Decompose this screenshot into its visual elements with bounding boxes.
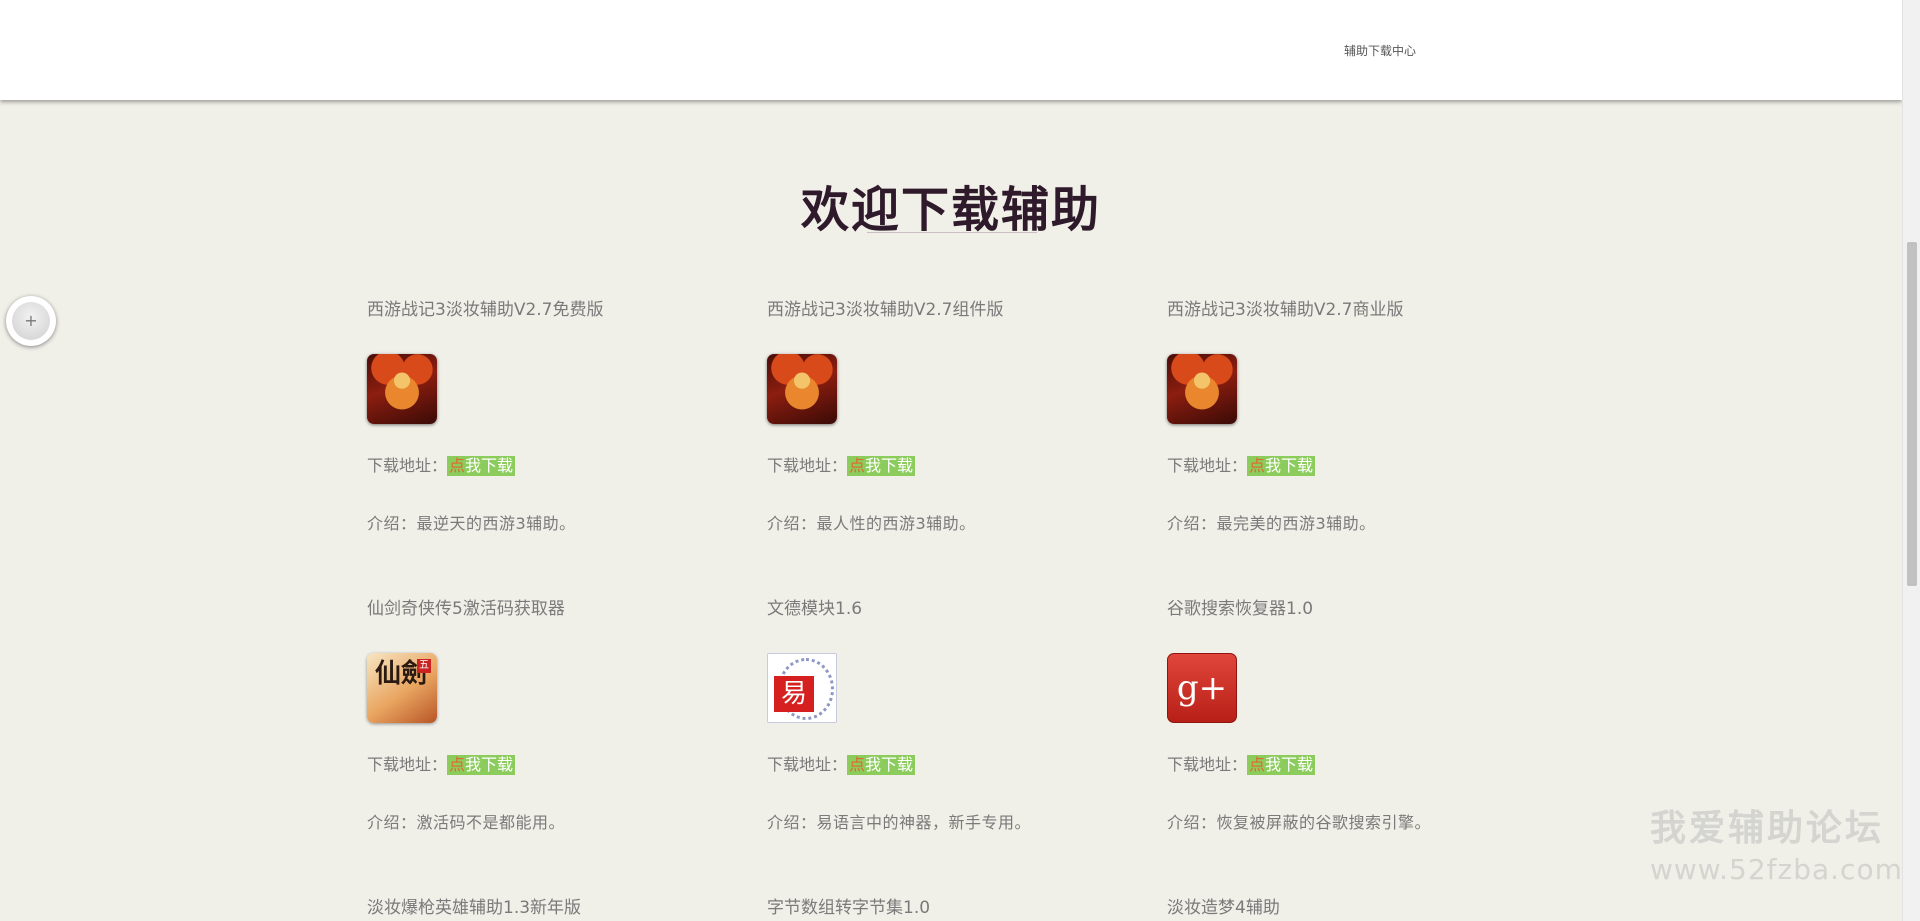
download-button[interactable]: 点我下载 (447, 755, 516, 775)
xianjian-icon-badge: 五 (417, 659, 431, 673)
download-card: 西游战记3淡妆辅助V2.7组件版 下载地址： 点我下载 介绍：最人性的西游3辅助。 (767, 298, 1147, 533)
download-button-text: 我下载 (465, 755, 514, 774)
download-card: 谷歌搜索恢复器1.0 g+ 下载地址： 点我下载 介绍：恢复被屏蔽的谷歌搜索引擎。 (1167, 597, 1547, 832)
download-label: 下载地址： (767, 456, 848, 475)
page: 辅助下载中心 + 欢迎下载辅助 西游战记3淡妆辅助V2.7免费版 下载地址： 点我… (0, 0, 1920, 921)
site-watermark: 我爱辅助论坛 www.52fzba.com (1650, 806, 1903, 888)
download-button-text: 我下载 (1265, 456, 1314, 475)
yi-language-icon: 易 (767, 653, 837, 723)
download-button-first-char: 点 (449, 456, 466, 475)
download-card: 西游战记3淡妆辅助V2.7免费版 下载地址： 点我下载 介绍：最逆天的西游3辅助。 (367, 298, 747, 533)
google-plus-icon: g+ (1167, 653, 1237, 723)
download-button-first-char: 点 (1249, 456, 1266, 475)
card-title: 西游战记3淡妆辅助V2.7免费版 (367, 300, 604, 320)
download-card: 淡妆造梦4辅助 (1167, 896, 1547, 920)
download-button[interactable]: 点我下载 (847, 456, 916, 476)
download-row: 下载地址： 点我下载 (767, 455, 916, 477)
card-intro: 介绍：最逆天的西游3辅助。 (367, 514, 576, 533)
plus-icon: + (12, 302, 50, 340)
download-button-text: 我下载 (865, 755, 914, 774)
download-label: 下载地址： (767, 755, 848, 774)
watermark-url: www.52fzba.com (1650, 853, 1903, 886)
card-title: 仙剑奇侠传5激活码获取器 (367, 599, 565, 619)
download-button-first-char: 点 (449, 755, 466, 774)
xianjian-icon: 仙劍 五 (367, 653, 437, 723)
download-button-text: 我下载 (465, 456, 514, 475)
download-button[interactable]: 点我下载 (447, 456, 516, 476)
title-underline (867, 232, 1037, 233)
download-card: 字节数组转字节集1.0 (767, 896, 1147, 920)
watermark-text: 我爱辅助论坛 (1650, 808, 1885, 849)
download-label: 下载地址： (367, 755, 448, 774)
download-label: 下载地址： (1167, 755, 1248, 774)
google-plus-icon-text: g+ (1176, 668, 1228, 708)
card-intro: 介绍：最完美的西游3辅助。 (1167, 514, 1376, 533)
card-intro: 介绍：激活码不是都能用。 (367, 813, 566, 832)
card-title: 字节数组转字节集1.0 (767, 898, 931, 918)
download-button[interactable]: 点我下载 (1247, 755, 1316, 775)
download-card: 文德模块1.6 易 下载地址： 点我下载 介绍：易语言中的神器，新手专用。 (767, 597, 1147, 832)
nav-link-download-center[interactable]: 辅助下载中心 (1344, 42, 1416, 59)
download-card: 淡妆爆枪英雄辅助1.3新年版 (367, 896, 747, 920)
card-title: 谷歌搜索恢复器1.0 (1167, 599, 1314, 619)
floating-plus-button[interactable]: + (6, 296, 56, 346)
card-title: 西游战记3淡妆辅助V2.7组件版 (767, 300, 1004, 320)
card-intro: 介绍：易语言中的神器，新手专用。 (767, 813, 1032, 832)
page-title: 欢迎下载辅助 (800, 182, 1101, 238)
yi-icon-text: 易 (774, 676, 814, 712)
download-row: 下载地址： 点我下载 (767, 754, 916, 776)
xiyou-monkey-icon (367, 354, 437, 424)
download-row: 下载地址： 点我下载 (1167, 754, 1316, 776)
vertical-scrollbar[interactable] (1902, 0, 1920, 921)
download-card: 仙剑奇侠传5激活码获取器 仙劍 五 下载地址： 点我下载 介绍：激活码不是都能用。 (367, 597, 747, 832)
download-button[interactable]: 点我下载 (1247, 456, 1316, 476)
download-button-first-char: 点 (1249, 755, 1266, 774)
download-button[interactable]: 点我下载 (847, 755, 916, 775)
xiyou-monkey-icon (767, 354, 837, 424)
download-button-first-char: 点 (849, 456, 866, 475)
scrollbar-thumb[interactable] (1907, 242, 1917, 586)
card-intro: 介绍：最人性的西游3辅助。 (767, 514, 976, 533)
card-title: 淡妆造梦4辅助 (1167, 898, 1280, 918)
card-intro: 介绍：恢复被屏蔽的谷歌搜索引擎。 (1167, 813, 1432, 832)
download-button-text: 我下载 (865, 456, 914, 475)
download-row: 下载地址： 点我下载 (1167, 455, 1316, 477)
download-button-first-char: 点 (849, 755, 866, 774)
download-button-text: 我下载 (1265, 755, 1314, 774)
download-label: 下载地址： (1167, 456, 1248, 475)
download-card: 西游战记3淡妆辅助V2.7商业版 下载地址： 点我下载 介绍：最完美的西游3辅助。 (1167, 298, 1547, 533)
top-header: 辅助下载中心 (0, 0, 1902, 100)
download-label: 下载地址： (367, 456, 448, 475)
download-row: 下载地址： 点我下载 (367, 754, 516, 776)
xiyou-monkey-icon (1167, 354, 1237, 424)
card-title: 西游战记3淡妆辅助V2.7商业版 (1167, 300, 1404, 320)
download-row: 下载地址： 点我下载 (367, 455, 516, 477)
card-title: 淡妆爆枪英雄辅助1.3新年版 (367, 898, 582, 918)
card-title: 文德模块1.6 (767, 599, 863, 619)
